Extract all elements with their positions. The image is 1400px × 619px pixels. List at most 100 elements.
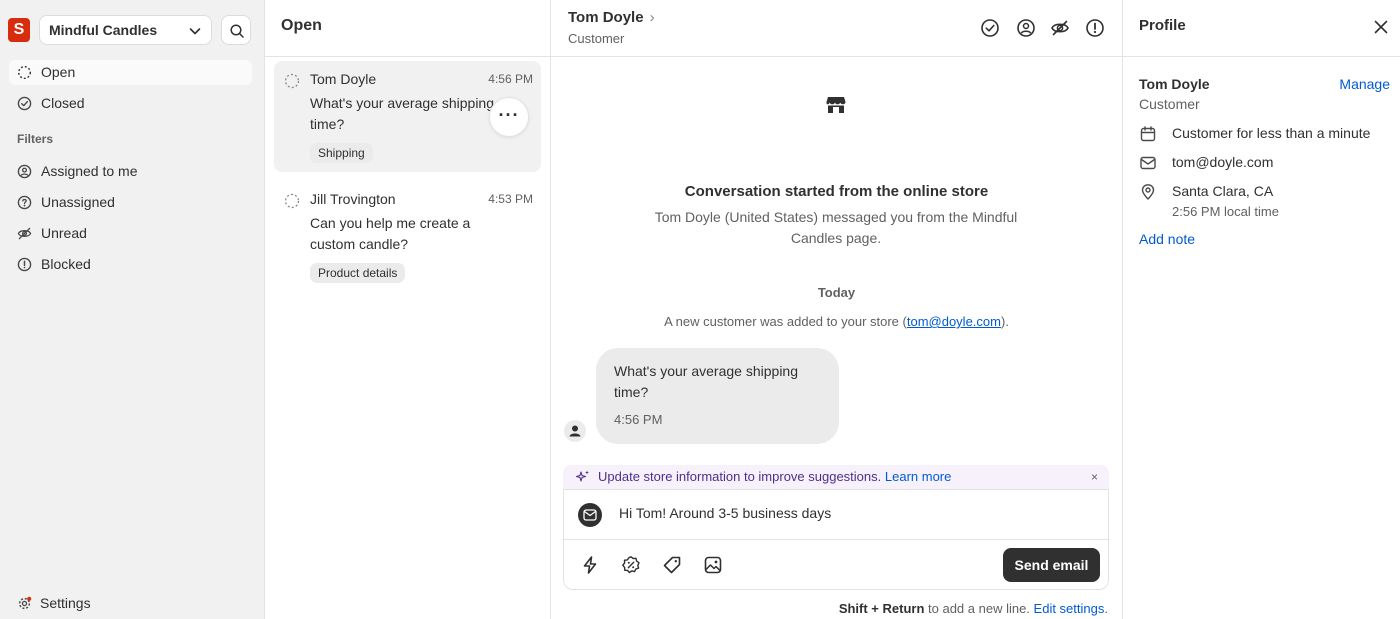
conversation-tag: Shipping: [310, 143, 373, 163]
customer-name-link[interactable]: Tom Doyle ›: [568, 9, 655, 26]
filters-heading: Filters: [17, 132, 54, 146]
banner-text: Update store information to improve sugg…: [598, 469, 882, 484]
filter-blocked-label: Blocked: [41, 256, 91, 272]
notice-suffix: ).: [1000, 314, 1009, 329]
customer-added-notice: A new customer was added to your store (…: [551, 314, 1122, 329]
customer-email-link[interactable]: tom@doyle.com: [907, 314, 1001, 329]
email-text: tom@doyle.com: [1172, 154, 1274, 170]
conversation-list: Open Tom Doyle 4:56 PM What's your avera…: [265, 0, 551, 619]
store-selector[interactable]: Mindful Candles: [39, 15, 212, 45]
store-name: Mindful Candles: [49, 22, 158, 38]
search-button[interactable]: [221, 15, 251, 45]
filter-assigned-to-me[interactable]: Assigned to me: [9, 159, 252, 184]
mail-icon: [583, 509, 597, 521]
tag-icon[interactable]: [662, 555, 682, 575]
composer-input-area[interactable]: Hi Tom! Around 3-5 business days: [564, 490, 1108, 540]
profile-header: Profile: [1123, 0, 1400, 57]
chevron-right-icon: ›: [649, 9, 655, 26]
message-time: 4:56 PM: [614, 412, 663, 427]
send-email-button[interactable]: Send email: [1003, 548, 1100, 582]
mail-icon: [1140, 156, 1156, 170]
check-circle-icon[interactable]: [980, 18, 1000, 38]
store-icon: [826, 97, 846, 113]
filter-unassigned-label: Unassigned: [41, 194, 115, 210]
hint-keys: Shift + Return: [838, 601, 925, 616]
filter-blocked[interactable]: Blocked: [9, 252, 252, 277]
person-icon: [569, 425, 581, 437]
sidebar: S Mindful Candles Open Closed Filters As…: [0, 0, 265, 619]
calendar-icon: [1140, 126, 1156, 142]
settings-link[interactable]: Settings: [17, 592, 91, 614]
check-circle-icon: [17, 96, 32, 111]
more-actions-button[interactable]: ···: [489, 97, 529, 137]
search-icon: [230, 24, 244, 38]
tenure-text: Customer for less than a minute: [1172, 125, 1371, 141]
open-status-icon: [284, 73, 300, 89]
eye-off-icon[interactable]: [1050, 18, 1070, 38]
person-circle-icon: [17, 164, 32, 179]
conversation-start-description: Tom Doyle (United States) messaged you f…: [654, 209, 1018, 246]
avatar: [564, 420, 586, 442]
nav-closed-label: Closed: [41, 95, 85, 111]
suggestion-banner: Update store information to improve sugg…: [563, 465, 1109, 489]
conversation-time: 4:53 PM: [488, 192, 533, 206]
reply-input[interactable]: Hi Tom! Around 3-5 business days: [619, 505, 831, 521]
location-pin-icon: [1141, 184, 1155, 200]
filter-unread[interactable]: Unread: [9, 221, 252, 246]
manage-link[interactable]: Manage: [1339, 76, 1390, 92]
profile-title: Profile: [1139, 17, 1186, 34]
local-time: 2:56 PM local time: [1172, 204, 1279, 219]
filter-assigned-label: Assigned to me: [41, 163, 138, 179]
person-circle-icon[interactable]: [1016, 18, 1036, 38]
list-title: Open: [265, 0, 550, 57]
hint-text: to add a new line.: [924, 601, 1034, 616]
conversation-pane: Tom Doyle › Customer Conversation started…: [551, 0, 1122, 619]
add-note-link[interactable]: Add note: [1139, 231, 1195, 247]
notice-prefix: A new customer was added to your store (: [664, 314, 907, 329]
customer-name: Tom Doyle: [568, 9, 644, 26]
customer-tenure: Customer for less than a minute: [1140, 125, 1371, 142]
learn-more-link[interactable]: Learn more: [885, 469, 951, 484]
nav-closed[interactable]: Closed: [9, 91, 252, 116]
open-status-icon: [17, 65, 32, 80]
chevron-down-icon: [189, 28, 201, 35]
nav-open-label: Open: [41, 64, 76, 80]
image-icon[interactable]: [703, 555, 723, 575]
sparkle-icon: [576, 470, 589, 482]
alert-circle-icon[interactable]: [1085, 18, 1105, 38]
shopify-logo: S: [8, 18, 30, 42]
conversation-header: Tom Doyle › Customer: [551, 0, 1122, 57]
hint-end: .: [1104, 601, 1108, 616]
customer-email[interactable]: tom@doyle.com: [1140, 154, 1274, 170]
eye-off-icon: [17, 227, 32, 240]
customer-location: Santa Clara, CA: [1141, 183, 1274, 200]
conversation-start-title: Conversation started from the online sto…: [684, 183, 989, 200]
open-status-icon: [284, 193, 300, 209]
edit-settings-link[interactable]: Edit settings: [1034, 601, 1105, 616]
profile-name: Tom Doyle: [1139, 76, 1210, 92]
reply-composer: Hi Tom! Around 3-5 business days Send em…: [563, 489, 1109, 590]
settings-label: Settings: [40, 595, 91, 611]
filter-unassigned[interactable]: Unassigned: [9, 190, 252, 215]
customer-subtitle: Customer: [568, 31, 625, 46]
close-icon[interactable]: [1372, 18, 1390, 36]
conversation-preview: Can you help me create a custom candle?: [310, 215, 471, 252]
channel-badge[interactable]: [578, 503, 602, 527]
message-text: What's your average shipping time?: [614, 363, 798, 400]
customer-message: What's your average shipping time? 4:56 …: [596, 348, 839, 444]
conversation-item[interactable]: Jill Trovington 4:53 PM Can you help me …: [274, 181, 541, 292]
close-icon[interactable]: ×: [1091, 465, 1098, 489]
date-divider: Today: [817, 285, 856, 300]
discount-icon[interactable]: [621, 555, 641, 575]
location-text: Santa Clara, CA: [1172, 183, 1274, 199]
question-circle-icon: [17, 195, 32, 210]
nav-open[interactable]: Open: [9, 60, 252, 85]
filter-unread-label: Unread: [41, 225, 87, 241]
composer-hint: Shift + Return to add a new line. Edit s…: [839, 601, 1108, 616]
lightning-icon[interactable]: [580, 555, 600, 575]
profile-panel: Profile Tom Doyle Manage Customer Custom…: [1122, 0, 1400, 619]
conversation-tag: Product details: [310, 263, 406, 283]
conversation-time: 4:56 PM: [488, 72, 533, 86]
profile-role: Customer: [1139, 96, 1200, 112]
alert-circle-icon: [17, 257, 32, 272]
